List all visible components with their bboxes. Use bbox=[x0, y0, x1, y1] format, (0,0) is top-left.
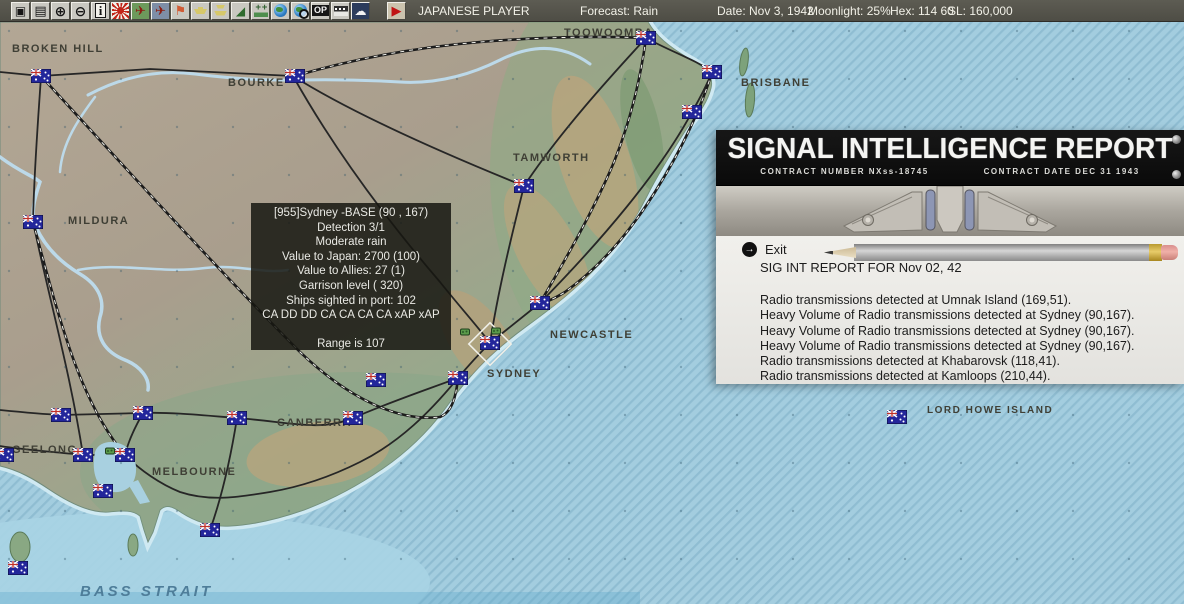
base-flag-tamworth[interactable] bbox=[514, 179, 534, 193]
base-flag[interactable] bbox=[51, 408, 71, 422]
base-flag-mildura[interactable] bbox=[23, 215, 43, 229]
pencil-graphic bbox=[824, 244, 1178, 261]
japan-flag-icon[interactable] bbox=[111, 1, 130, 20]
map-label-tamworth: TAMWORTH bbox=[513, 152, 590, 164]
forecast-label: Forecast: Rain bbox=[580, 4, 659, 18]
sigint-contract-line: CONTRACT NUMBER NXss-18745 CONTRACT DATE… bbox=[716, 167, 1184, 176]
screw-icon bbox=[1172, 170, 1181, 179]
globe-icon[interactable] bbox=[271, 1, 290, 20]
sigint-line: Heavy Volume of Radio transmissions dete… bbox=[760, 308, 1135, 323]
base-flag[interactable] bbox=[530, 296, 550, 310]
base-info-tooltip: [955]Sydney -BASE (90 , 167) Detection 3… bbox=[251, 203, 451, 350]
date-label: Date: Nov 3, 1942 bbox=[717, 4, 814, 18]
base-flag[interactable] bbox=[133, 406, 153, 420]
base-flag[interactable] bbox=[366, 373, 386, 387]
tooltip-range-line: Range is 107 bbox=[317, 338, 385, 351]
info-icon[interactable]: i bbox=[91, 1, 110, 20]
base-flag[interactable] bbox=[682, 105, 702, 119]
report-icon[interactable]: ▤ bbox=[31, 1, 50, 20]
save-icon[interactable]: ▣ bbox=[11, 1, 30, 20]
map-label-brisbane: BRISBANE bbox=[741, 77, 810, 89]
unit-marker[interactable] bbox=[105, 447, 115, 455]
map-label-lord-howe-island: LORD HOWE ISLAND bbox=[927, 405, 1053, 416]
tooltip-line: CA DD DD CA CA CA CA xAP xAP bbox=[262, 309, 440, 322]
next-turn-icon[interactable]: ▶ bbox=[387, 1, 406, 20]
base-flag[interactable] bbox=[200, 523, 220, 537]
base-flag-geelong[interactable] bbox=[73, 448, 93, 462]
unit-marker[interactable] bbox=[491, 327, 501, 335]
signal-intelligence-panel: SIGNAL INTELLIGENCE REPORT CONTRACT NUMB… bbox=[716, 130, 1184, 384]
base-flag-broken-hill[interactable] bbox=[31, 69, 51, 83]
hex-label: Hex: 114 60 bbox=[890, 4, 954, 18]
base-flag-king-island[interactable] bbox=[8, 561, 28, 575]
globe-zoom-icon[interactable] bbox=[291, 1, 310, 20]
exit-button[interactable]: → Exit bbox=[742, 242, 787, 257]
base-flag[interactable] bbox=[93, 484, 113, 498]
zoom-out-icon[interactable]: ⊖ bbox=[71, 1, 90, 20]
tooltip-line bbox=[251, 323, 451, 338]
map-label-mildura: MILDURA bbox=[68, 215, 129, 227]
map-label-bass-strait: BASS STRAIT bbox=[80, 583, 213, 600]
sigint-report-lines: Radio transmissions detected at Umnak Is… bbox=[760, 293, 1135, 385]
sea-level-label: SL: 160,000 bbox=[948, 4, 1013, 18]
tooltip-line: Garrison level ( 320) bbox=[298, 279, 404, 292]
map-label-geelong: GEELONG bbox=[12, 444, 78, 456]
base-flag-lord-howe[interactable] bbox=[887, 410, 907, 424]
map-label-canberra: CANBERRA bbox=[277, 417, 352, 429]
amphibious-icon[interactable]: ◢ bbox=[231, 1, 250, 20]
sigint-line: Heavy Volume of Radio transmissions dete… bbox=[760, 323, 1135, 338]
sigint-report-heading: SIG INT REPORT FOR Nov 02, 42 bbox=[760, 260, 962, 275]
base-flag-canberra[interactable] bbox=[343, 411, 363, 425]
exit-label: Exit bbox=[765, 242, 787, 257]
tooltip-line: Value to Allies: 27 (1) bbox=[297, 265, 405, 278]
ruler-icon[interactable] bbox=[331, 1, 350, 20]
map-label-broken-hill: BROKEN HILL bbox=[12, 43, 104, 55]
base-flag-brisbane[interactable] bbox=[702, 65, 722, 79]
tooltip-line: Value to Japan: 2700 (100) bbox=[282, 250, 420, 263]
zoom-in-icon[interactable]: ⊕ bbox=[51, 1, 70, 20]
top-toolbar: ▣ ▤ ⊕ ⊖ i ✈ ✈ ⚑ ◢ OP ☁ ▶ JAPANESE PLAYER… bbox=[0, 0, 1184, 22]
sigint-paper: → Exit SIG INT REPORT FOR Nov 02, 42 Rad… bbox=[716, 236, 1184, 384]
ship-icon[interactable] bbox=[191, 1, 210, 20]
base-flag-toowoomba[interactable] bbox=[636, 31, 656, 45]
base-flag-bourke[interactable] bbox=[285, 69, 305, 83]
contract-date: CONTRACT DATE DEC 31 1943 bbox=[983, 167, 1140, 176]
contract-number: CONTRACT NUMBER NXss-18745 bbox=[760, 167, 929, 176]
tooltip-line: Ships sighted in port: 102 bbox=[286, 294, 416, 307]
tooltip-line: [955]Sydney -BASE (90 , 167) bbox=[273, 207, 429, 219]
sigint-line: Radio transmissions detected at Kamloops… bbox=[760, 369, 1051, 384]
exit-arrow-icon: → bbox=[742, 242, 757, 257]
sigint-line: Radio transmissions detected at Umnak Is… bbox=[760, 293, 1072, 307]
air-combat-icon[interactable]: ✈ bbox=[131, 1, 150, 20]
tooltip-line: Moderate rain bbox=[315, 236, 387, 249]
unit-marker[interactable] bbox=[460, 328, 470, 336]
objective-flag-icon[interactable]: ⚑ bbox=[171, 1, 190, 20]
operations-icon[interactable]: OP bbox=[311, 1, 330, 20]
base-flag[interactable] bbox=[227, 411, 247, 425]
screw-icon bbox=[1172, 135, 1181, 144]
sigint-banner: SIGNAL INTELLIGENCE REPORT CONTRACT NUMB… bbox=[716, 130, 1184, 186]
base-flag-melbourne[interactable] bbox=[115, 448, 135, 462]
tooltip-line: Detection 3/1 bbox=[317, 221, 385, 234]
task-force-icon[interactable] bbox=[211, 1, 230, 20]
map-label-bourke: BOURKE bbox=[228, 77, 285, 89]
air-transfer-icon[interactable]: ✈ bbox=[151, 1, 170, 20]
sigint-line: Heavy Volume of Radio transmissions dete… bbox=[760, 338, 1135, 353]
base-flag[interactable] bbox=[0, 448, 14, 462]
ground-forces-icon[interactable] bbox=[251, 1, 270, 20]
player-label: JAPANESE PLAYER bbox=[418, 4, 530, 18]
map-label-melbourne: MELBOURNE bbox=[152, 466, 236, 478]
base-flag-newcastle[interactable] bbox=[480, 336, 500, 350]
base-flag-sydney[interactable] bbox=[448, 371, 468, 385]
moonlight-label: Moonlight: 25% bbox=[808, 4, 891, 18]
clipboard-clip bbox=[716, 186, 1184, 236]
sigint-title: SIGNAL INTELLIGENCE REPORT bbox=[727, 133, 1173, 165]
map-label-newcastle: NEWCASTLE bbox=[550, 329, 633, 341]
weather-icon[interactable]: ☁ bbox=[351, 1, 370, 20]
map-label-sydney: SYDNEY bbox=[487, 368, 541, 380]
sigint-line: Radio transmissions detected at Khabarov… bbox=[760, 354, 1060, 369]
